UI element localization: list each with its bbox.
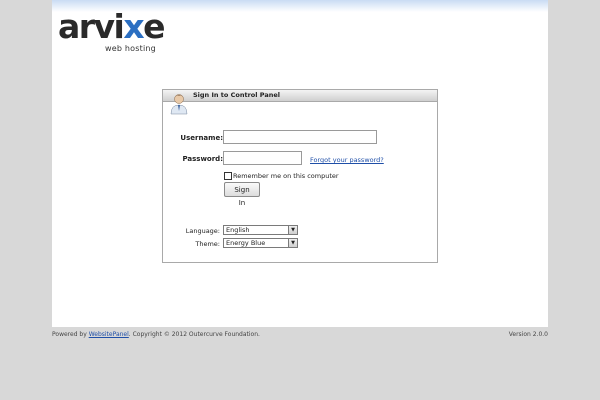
remember-me-label[interactable]: Remember me on this computer [233, 172, 339, 180]
forgot-password-link[interactable]: Forgot your password? [310, 156, 384, 164]
language-select-value: English [226, 226, 250, 234]
panel-header: Sign In to Control Panel [163, 90, 437, 102]
login-panel: Sign In to Control Panel Username: Passw… [162, 89, 438, 263]
panel-title: Sign In to Control Panel [193, 91, 280, 99]
footer-credits: Powered by WebsitePanel. Copyright © 201… [52, 331, 260, 338]
sign-in-button[interactable]: Sign In [224, 182, 260, 207]
logo-text-x: x [123, 7, 144, 46]
theme-select[interactable]: Energy Blue ▼ [223, 238, 298, 248]
user-avatar-icon [170, 94, 188, 115]
chevron-down-icon[interactable]: ▼ [288, 226, 297, 234]
logo-text-main: arvi [58, 7, 125, 46]
username-input[interactable] [223, 130, 377, 144]
password-input[interactable] [223, 151, 302, 165]
websitepanel-link[interactable]: WebsitePanel [89, 331, 129, 338]
logo-text-end: e [143, 7, 165, 46]
language-select[interactable]: English ▼ [223, 225, 298, 235]
logo-wordmark: arvixe [58, 7, 166, 46]
remember-me-checkbox[interactable] [224, 172, 232, 180]
theme-select-value: Energy Blue [226, 239, 266, 247]
page-content: arvixe web hosting Sign In to Control Pa… [52, 0, 548, 327]
footer-copyright: . Copyright © 2012 Outercurve Foundation… [128, 331, 260, 338]
username-label: Username: [180, 134, 223, 142]
footer-powered-by: Powered by [52, 331, 89, 338]
chevron-down-icon[interactable]: ▼ [288, 239, 297, 247]
logo-subtitle: web hosting [105, 44, 156, 53]
theme-label: Theme: [195, 240, 220, 248]
language-label: Language: [185, 227, 220, 235]
version-text: Version 2.0.0 [508, 331, 548, 338]
arvixe-logo[interactable]: arvixe web hosting [58, 10, 178, 56]
password-label: Password: [182, 155, 223, 163]
